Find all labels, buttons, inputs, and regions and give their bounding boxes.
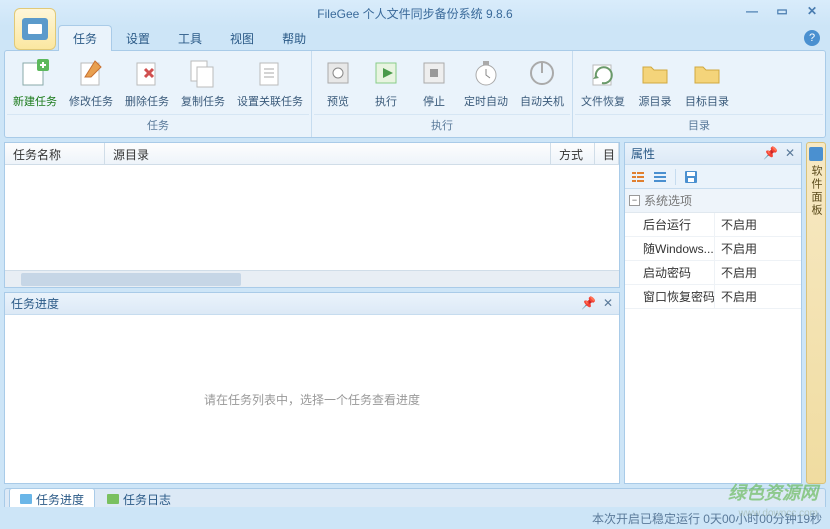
progress-panel-header: 任务进度 📌 ✕ (5, 293, 619, 315)
progress-panel-title: 任务进度 (11, 295, 59, 312)
properties-toolbar (625, 165, 801, 189)
col-source[interactable]: 源目录 (105, 143, 551, 164)
property-value[interactable]: 不启用 (715, 213, 801, 236)
preview-button[interactable]: 预览 (314, 53, 362, 111)
property-key: 后台运行 (625, 213, 715, 236)
tab-icon (107, 494, 119, 504)
property-row[interactable]: 后台运行 不启用 (625, 213, 801, 237)
ribbon-group-name-tasks: 任务 (7, 114, 309, 135)
restore-button[interactable]: 文件恢复 (575, 53, 631, 111)
status-bar: 本次开启已稳定运行 0天00小时00分钟19秒 (0, 507, 830, 529)
property-row[interactable]: 随Windows... 不启用 (625, 237, 801, 261)
properties-panel-title: 属性 (631, 145, 655, 162)
menu-help[interactable]: 帮助 (268, 26, 320, 51)
copy-task-button[interactable]: 复制任务 (175, 53, 231, 111)
close-panel-icon[interactable]: ✕ (601, 297, 615, 311)
tab-icon (20, 494, 32, 504)
property-value[interactable]: 不启用 (715, 285, 801, 308)
app-icon[interactable] (14, 8, 56, 50)
edit-icon (75, 57, 107, 89)
help-icon[interactable]: ? (804, 30, 820, 46)
property-category-name: 系统选项 (644, 192, 692, 209)
delete-icon (131, 57, 163, 89)
col-target[interactable]: 目标 (595, 143, 619, 164)
maximize-button[interactable]: ▭ (772, 4, 792, 20)
properties-panel-header: 属性 📌 ✕ (625, 143, 801, 165)
folder-icon (639, 57, 671, 89)
property-category[interactable]: − 系统选项 (625, 189, 801, 213)
tab-label: 任务日志 (123, 491, 171, 508)
grid-header: 任务名称 源目录 方式 目标 (5, 143, 619, 165)
sort-icon[interactable] (651, 168, 669, 186)
property-key: 启动密码 (625, 261, 715, 284)
property-value[interactable]: 不启用 (715, 237, 801, 260)
stop-icon (418, 57, 450, 89)
run-button[interactable]: 执行 (362, 53, 410, 111)
shutdown-button[interactable]: 自动关机 (514, 53, 570, 111)
property-key: 随Windows... (625, 237, 715, 260)
preview-icon (322, 57, 354, 89)
pin-icon[interactable]: 📌 (581, 297, 595, 311)
clock-icon (470, 57, 502, 89)
property-row[interactable]: 启动密码 不启用 (625, 261, 801, 285)
restore-icon (587, 57, 619, 89)
col-mode[interactable]: 方式 (551, 143, 595, 164)
link-task-button[interactable]: 设置关联任务 (231, 53, 309, 111)
property-row[interactable]: 窗口恢复密码 不启用 (625, 285, 801, 309)
power-icon (526, 57, 558, 89)
close-panel-icon[interactable]: ✕ (783, 147, 797, 161)
menu-view[interactable]: 视图 (216, 26, 268, 51)
menu-settings[interactable]: 设置 (112, 26, 164, 51)
play-icon (370, 57, 402, 89)
copy-icon (187, 57, 219, 89)
minimize-button[interactable]: — (742, 4, 762, 20)
edit-task-button[interactable]: 修改任务 (63, 53, 119, 111)
side-tab-label: 软件面板 (808, 165, 824, 217)
property-key: 窗口恢复密码 (625, 285, 715, 308)
source-folder-button[interactable]: 源目录 (631, 53, 679, 111)
task-list-panel: 任务名称 源目录 方式 目标 (4, 142, 620, 288)
close-button[interactable]: ✕ (802, 4, 822, 20)
uptime-text: 本次开启已稳定运行 0天00小时00分钟19秒 (592, 510, 822, 527)
new-task-button[interactable]: 新建任务 (7, 53, 63, 111)
col-task-name[interactable]: 任务名称 (5, 143, 105, 164)
progress-panel: 任务进度 📌 ✕ 请在任务列表中，选择一个任务查看进度 (4, 292, 620, 484)
panel-icon (809, 147, 823, 161)
save-icon[interactable] (682, 168, 700, 186)
properties-panel: 属性 📌 ✕ − 系统选项 后台运行 不 (624, 142, 802, 484)
collapse-toggle-icon[interactable]: − (629, 195, 640, 206)
scrollbar-thumb[interactable] (21, 273, 241, 286)
pin-icon[interactable]: 📌 (763, 147, 777, 161)
progress-empty-text: 请在任务列表中，选择一个任务查看进度 (5, 315, 619, 483)
timer-button[interactable]: 定时自动 (458, 53, 514, 111)
link-icon (254, 57, 286, 89)
menu-tasks[interactable]: 任务 (58, 25, 112, 51)
grid-body[interactable] (5, 165, 619, 270)
stop-button[interactable]: 停止 (410, 53, 458, 111)
ribbon-group-name-run: 执行 (314, 114, 570, 135)
categorize-icon[interactable] (629, 168, 647, 186)
menubar: 任务 设置 工具 视图 帮助 ? (0, 26, 830, 50)
target-folder-button[interactable]: 目标目录 (679, 53, 735, 111)
window-title: FileGee 个人文件同步备份系统 9.8.6 (0, 5, 830, 22)
horizontal-scrollbar[interactable] (5, 270, 619, 287)
property-value[interactable]: 不启用 (715, 261, 801, 284)
folder-icon (691, 57, 723, 89)
new-task-icon (19, 57, 51, 89)
menu-tools[interactable]: 工具 (164, 26, 216, 51)
delete-task-button[interactable]: 删除任务 (119, 53, 175, 111)
ribbon: 新建任务 修改任务 删除任务 复制任务 (4, 50, 826, 138)
tab-label: 任务进度 (36, 491, 84, 508)
software-panel-tab[interactable]: 软件面板 (806, 142, 826, 484)
ribbon-group-name-dirs: 目录 (575, 114, 823, 135)
